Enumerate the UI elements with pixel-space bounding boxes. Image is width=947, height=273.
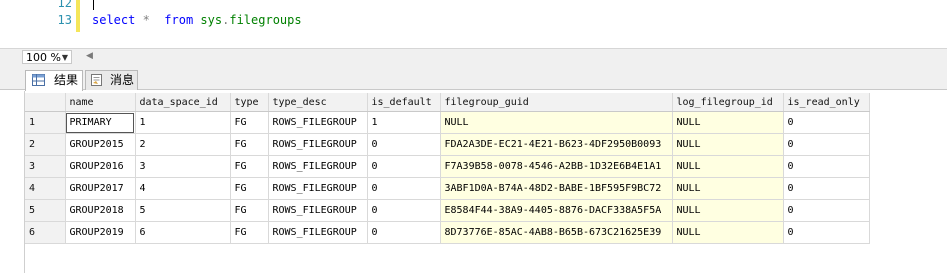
schema-name: sys: [200, 13, 223, 27]
results-grid[interactable]: name data_space_id type type_desc is_def…: [24, 91, 947, 273]
grid-cell[interactable]: FG: [230, 177, 269, 200]
grid-cell[interactable]: ROWS_FILEGROUP: [268, 111, 368, 134]
table-row[interactable]: 4 GROUP2017 4 FG ROWS_FILEGROUP 0 3ABF1D0A-B74…: [25, 177, 870, 200]
row-number-cell[interactable]: 1: [25, 111, 66, 134]
grid-cell[interactable]: 0: [783, 177, 870, 200]
grid-cell[interactable]: 0: [783, 199, 870, 222]
table-row[interactable]: 5 GROUP2018 5 FG ROWS_FILEGROUP 0 E8584F44-38A…: [25, 199, 870, 222]
grid-cell[interactable]: 0: [783, 111, 870, 134]
grid-cell[interactable]: GROUP2015: [65, 133, 136, 156]
grid-cell[interactable]: GROUP2019: [65, 221, 136, 244]
text-caret: [93, 0, 94, 10]
grid-cell[interactable]: 5: [135, 199, 231, 222]
grid-cell[interactable]: F7A39B58-0078-4546-A2BB-1D32E6B4E1A1: [440, 155, 673, 178]
grid-cell[interactable]: 0: [367, 177, 441, 200]
table-row[interactable]: 2 GROUP2015 2 FG ROWS_FILEGROUP 0 FDA2A3DE-EC2…: [25, 133, 870, 156]
zoom-value: 100 %: [26, 51, 61, 64]
grid-cell[interactable]: 6: [135, 221, 231, 244]
column-header[interactable]: name: [65, 93, 136, 112]
column-header[interactable]: type_desc: [268, 93, 368, 112]
grid-cell[interactable]: NULL: [672, 133, 784, 156]
grid-cell[interactable]: ROWS_FILEGROUP: [268, 155, 368, 178]
tab-messages[interactable]: 消息: [85, 70, 138, 90]
header-row: name data_space_id type type_desc is_def…: [25, 93, 870, 112]
grid-cell[interactable]: NULL: [672, 221, 784, 244]
grid-cell[interactable]: 0: [367, 133, 441, 156]
grid-cell[interactable]: 1: [135, 111, 231, 134]
column-header[interactable]: type: [230, 93, 269, 112]
grid-cell[interactable]: E8584F44-38A9-4405-8876-DACF338A5F5A: [440, 199, 673, 222]
grid-cell[interactable]: NULL: [672, 177, 784, 200]
keyword-from: from: [164, 13, 194, 27]
grid-cell[interactable]: ROWS_FILEGROUP: [268, 133, 368, 156]
grid-cell[interactable]: 8D73776E-85AC-4AB8-B65B-673C21625E39: [440, 221, 673, 244]
keyword-select: select: [92, 13, 136, 27]
zoom-bar: 100 % ▼ ◀: [0, 48, 947, 67]
column-header[interactable]: data_space_id: [135, 93, 231, 112]
grid-cell[interactable]: ROWS_FILEGROUP: [268, 221, 368, 244]
grid-icon: [32, 74, 45, 86]
table-row[interactable]: 1 PRIMARY 1 FG ROWS_FILEGROUP 1 NULL NULL 0: [25, 111, 870, 134]
grid-cell[interactable]: 2: [135, 133, 231, 156]
table-row[interactable]: 6 GROUP2019 6 FG ROWS_FILEGROUP 0 8D73776E-85A…: [25, 221, 870, 244]
grid-cell[interactable]: GROUP2016: [65, 155, 136, 178]
grid-cell[interactable]: FG: [230, 155, 269, 178]
results-table: name data_space_id type type_desc is_def…: [25, 93, 870, 244]
grid-cell[interactable]: 3: [135, 155, 231, 178]
column-header[interactable]: is_read_only: [783, 93, 870, 112]
row-number-cell[interactable]: 3: [25, 155, 66, 178]
row-number-cell[interactable]: 6: [25, 221, 66, 244]
tab-label: 结果: [54, 73, 79, 87]
grid-cell[interactable]: 0: [367, 199, 441, 222]
grid-cell[interactable]: FDA2A3DE-EC21-4E21-B623-4DF2950B0093: [440, 133, 673, 156]
chevron-down-icon[interactable]: ▼: [62, 51, 68, 65]
grid-cell[interactable]: NULL: [672, 111, 784, 134]
scroll-left-icon[interactable]: ◀: [86, 51, 93, 61]
line-number-gutter: 12 13: [0, 0, 72, 46]
column-header[interactable]: log_filegroup_id: [672, 93, 784, 112]
grid-cell[interactable]: PRIMARY: [65, 111, 136, 134]
table-row[interactable]: 3 GROUP2016 3 FG ROWS_FILEGROUP 0 F7A39B58-007…: [25, 155, 870, 178]
column-header[interactable]: is_default: [367, 93, 441, 112]
code-line[interactable]: select * from sys.filegroups: [92, 12, 302, 29]
grid-cell[interactable]: FG: [230, 133, 269, 156]
star-operator: *: [142, 13, 150, 27]
row-number-cell[interactable]: 4: [25, 177, 66, 200]
grid-cell[interactable]: 4: [135, 177, 231, 200]
grid-cell[interactable]: 0: [783, 221, 870, 244]
results-tabstrip: 结果 消息: [0, 66, 947, 91]
change-indicator-bar: [76, 0, 80, 32]
grid-cell[interactable]: GROUP2017: [65, 177, 136, 200]
grid-cell[interactable]: 0: [367, 221, 441, 244]
grid-cell[interactable]: 3ABF1D0A-B74A-48D2-BABE-1BF595F9BC72: [440, 177, 673, 200]
grid-cell[interactable]: 0: [367, 155, 441, 178]
grid-cell[interactable]: NULL: [440, 111, 673, 134]
grid-cell[interactable]: 1: [367, 111, 441, 134]
zoom-select[interactable]: 100 % ▼: [22, 50, 72, 64]
grid-cell[interactable]: 0: [783, 155, 870, 178]
sql-editor[interactable]: 12 13 select * from sys.filegroups: [0, 0, 947, 46]
column-header[interactable]: filegroup_guid: [440, 93, 673, 112]
row-number-cell[interactable]: 5: [25, 199, 66, 222]
corner-cell[interactable]: [25, 93, 66, 112]
grid-cell[interactable]: GROUP2018: [65, 199, 136, 222]
grid-cell[interactable]: ROWS_FILEGROUP: [268, 177, 368, 200]
table-name: filegroups: [229, 13, 302, 27]
grid-cell[interactable]: NULL: [672, 199, 784, 222]
grid-cell[interactable]: ROWS_FILEGROUP: [268, 199, 368, 222]
grid-cell[interactable]: FG: [230, 111, 269, 134]
tab-label: 消息: [110, 73, 135, 87]
grid-cell[interactable]: 0: [783, 133, 870, 156]
message-icon: [91, 74, 102, 86]
line-number: 13: [57, 13, 72, 27]
grid-cell[interactable]: FG: [230, 199, 269, 222]
line-number: 12: [57, 0, 72, 10]
grid-cell[interactable]: NULL: [672, 155, 784, 178]
row-number-cell[interactable]: 2: [25, 133, 66, 156]
grid-cell[interactable]: FG: [230, 221, 269, 244]
tab-results[interactable]: 结果: [25, 70, 83, 91]
